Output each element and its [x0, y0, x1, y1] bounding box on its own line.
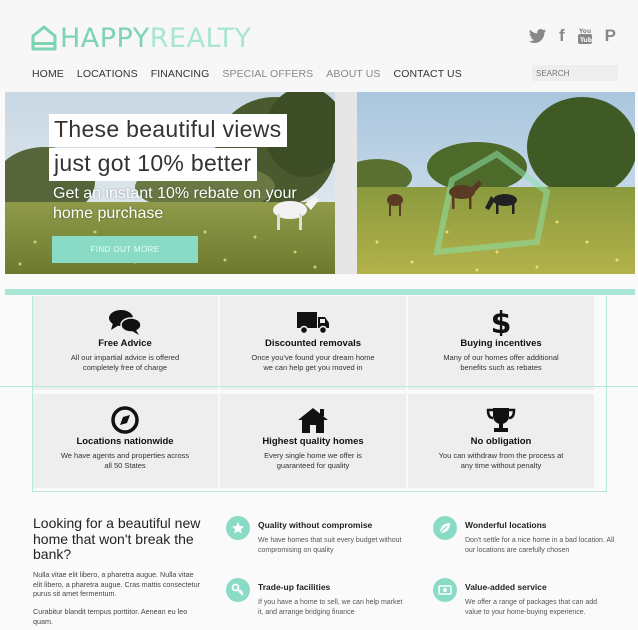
nav-financing[interactable]: FINANCING — [151, 68, 210, 80]
feature-no-obligation: No obligation You can withdraw from the … — [408, 394, 594, 488]
star-icon — [226, 516, 250, 540]
feature-title: Discounted removals — [264, 338, 362, 349]
features-grid: Free Advice All our impartial advice is … — [32, 296, 606, 492]
benefit-title: Wonderful locations — [465, 520, 547, 530]
truck-icon — [297, 312, 329, 335]
search-input[interactable] — [532, 65, 618, 81]
feature-title: No obligation — [470, 436, 532, 447]
guide-line — [606, 296, 607, 492]
facebook-icon[interactable]: f — [559, 26, 565, 46]
leaf-icon — [433, 516, 457, 540]
bottom-paragraph-2: Curabitur blandit tempus porttitor. Aene… — [33, 607, 188, 626]
social-links: f You Tube P — [528, 26, 616, 46]
svg-text:$: $ — [491, 308, 512, 336]
dollar-icon: $ — [491, 308, 512, 336]
youtube-icon[interactable]: You Tube — [577, 27, 593, 45]
guide-line — [0, 386, 638, 387]
benefit-desc: Don't settle for a nice home in a bad lo… — [465, 537, 615, 554]
house-logo-icon — [31, 25, 57, 51]
bottom-paragraph-1: Nulla vitae elit libero, a pharetra augu… — [33, 570, 200, 598]
accent-bar — [5, 289, 635, 295]
money-icon — [433, 578, 457, 602]
hero-banner: These beautiful views just got 10% bette… — [5, 92, 635, 274]
feature-free-advice: Free Advice All our impartial advice is … — [32, 296, 218, 390]
hero-subheadline: Get an instant 10% rebate on your home p… — [53, 185, 297, 222]
hero-image-right — [357, 92, 635, 274]
guide-line — [32, 296, 33, 492]
find-out-more-button[interactable]: FIND OUT MORE — [52, 236, 198, 263]
nav-special-offers[interactable]: SPECIAL OFFERS — [222, 68, 313, 80]
main-nav: HOME LOCATIONS FINANCING SPECIAL OFFERS … — [32, 68, 475, 80]
feature-desc: Every single home we offer is guaranteed… — [264, 451, 362, 470]
benefit-title: Trade-up facilities — [258, 582, 331, 592]
nav-home[interactable]: HOME — [32, 68, 64, 80]
hero-divider — [335, 92, 357, 274]
benefit-title: Quality without compromise — [258, 520, 373, 530]
benefit-desc: If you have a home to sell, we can help … — [258, 599, 403, 616]
key-icon — [226, 578, 250, 602]
feature-locations-nationwide: Locations nationwide We have agents and … — [32, 394, 218, 488]
svg-text:Tube: Tube — [580, 37, 593, 44]
guide-line — [32, 491, 607, 492]
feature-desc: We have agents and properties across all… — [60, 451, 190, 470]
feature-discounted-removals: Discounted removals Once you've found yo… — [220, 296, 406, 390]
bottom-heading: Looking for a beautiful new home that wo… — [33, 515, 201, 562]
pinterest-icon[interactable]: P — [605, 26, 616, 46]
benefit-desc: We have homes that suit every budget wit… — [258, 537, 402, 554]
home-icon — [298, 408, 328, 433]
feature-title: Buying incentives — [460, 338, 542, 349]
nav-locations[interactable]: LOCATIONS — [77, 68, 138, 80]
feature-buying-incentives: $ Buying incentives Many of our homes of… — [408, 296, 594, 390]
benefit-title: Value-added service — [465, 582, 547, 592]
trophy-icon — [486, 408, 516, 432]
feature-desc: All our impartial advice is offered comp… — [70, 353, 180, 372]
logo-text-happy: HAPPY — [60, 22, 150, 54]
feature-title: Free Advice — [98, 338, 152, 349]
hero-headline-line-1: These beautiful views — [49, 114, 288, 147]
page: HAPPYREALTY f You Tube P HOME LOCATIONS … — [0, 0, 638, 630]
chat-bubbles-icon — [109, 310, 142, 335]
feature-desc: Once you've found your dream home we can… — [251, 353, 375, 372]
twitter-icon[interactable] — [528, 28, 547, 44]
nav-about-us[interactable]: ABOUT US — [326, 68, 380, 80]
nav-contact-us[interactable]: CONTACT US — [394, 68, 462, 80]
site-header: HAPPYREALTY f You Tube P HOME LOCATIONS … — [0, 0, 638, 92]
feature-title: Highest quality homes — [262, 436, 364, 447]
svg-text:You: You — [578, 28, 591, 35]
feature-title: Locations nationwide — [76, 436, 174, 447]
benefit-desc: We offer a range of packages that can ad… — [465, 599, 598, 616]
hero-headline-line-2: just got 10% better — [49, 148, 258, 181]
feature-desc: You can withdraw from the process at any… — [438, 451, 564, 470]
logo[interactable]: HAPPY REALTY — [30, 22, 251, 54]
compass-icon — [111, 406, 139, 434]
feature-highest-quality-homes: Highest quality homes Every single home … — [220, 394, 406, 488]
feature-desc: Many of our homes offer additional benef… — [443, 353, 559, 372]
logo-text-realty: REALTY — [149, 22, 252, 54]
